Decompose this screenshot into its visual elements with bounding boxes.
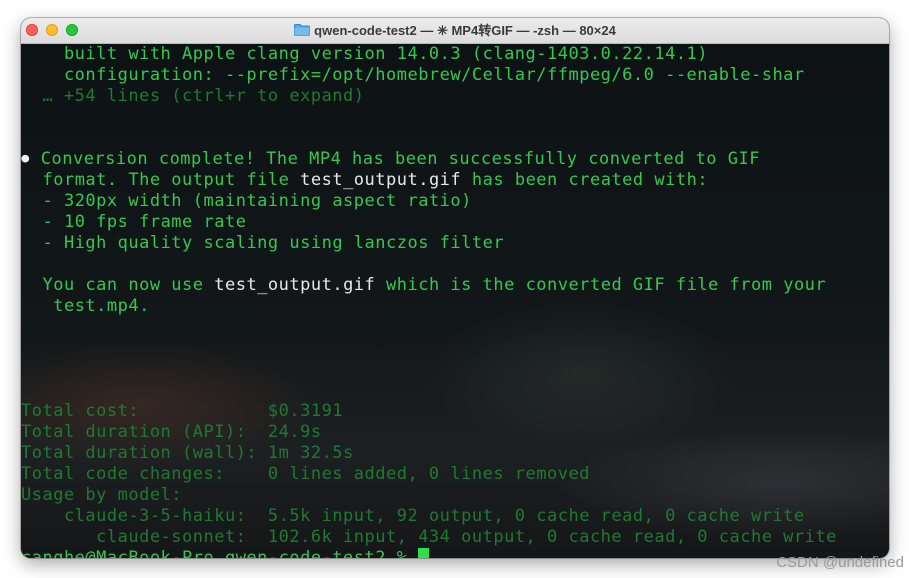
terminal-content[interactable]: built with Apple clang version 14.0.3 (c… (21, 44, 889, 558)
folder-icon (294, 23, 311, 36)
stat-total-cost: Total cost: $0.3191 (21, 401, 344, 421)
window-title-container: qwen-code-test2 — ✳ MP4转GIF — -zsh — 80×… (21, 22, 889, 39)
terminal-window: qwen-code-test2 — ✳ MP4转GIF — -zsh — 80×… (21, 18, 889, 558)
bullet-icon: ⏺ (21, 149, 30, 169)
output-filename: test_output.gif (214, 275, 376, 295)
conversion-text: has been created with: (461, 170, 709, 190)
prompt-text: canghe@MacBook-Pro qwen-code-test2 % (21, 548, 419, 558)
conversion-text: Conversion complete! The MP4 has been su… (40, 149, 760, 169)
conversion-text: You can now use (42, 275, 215, 295)
stat-model-sonnet: claude-sonnet: 102.6k input, 434 output,… (21, 527, 837, 547)
output-line: built with Apple clang version 14.0.3 (c… (21, 44, 709, 64)
list-item-text: - 10 fps frame rate (42, 212, 247, 232)
list-item: - High quality scaling using lanczos fil… (21, 233, 504, 254)
output-filename: test_output.gif (300, 170, 462, 190)
conversion-line-2: format. The output file test_output.gif … (21, 170, 708, 191)
stat-duration-wall: Total duration (wall): 1m 32.5s (21, 443, 354, 463)
title-bar: qwen-code-test2 — ✳ MP4转GIF — -zsh — 80×… (21, 18, 889, 44)
conversion-line-1: ⏺ Conversion complete! The MP4 has been … (21, 149, 760, 170)
output-line: configuration: --prefix=/opt/homebrew/Ce… (21, 65, 805, 85)
text-cursor (418, 548, 430, 558)
stat-code-changes: Total code changes: 0 lines added, 0 lin… (21, 464, 590, 484)
stat-model-haiku: claude-3-5-haiku: 5.5k input, 92 output,… (21, 506, 805, 526)
conversion-text: test.mp4. (42, 296, 150, 316)
conversion-text: which is the converted GIF file from you… (375, 275, 827, 295)
conversion-line-3: You can now use test_output.gif which is… (21, 275, 826, 296)
list-item: - 320px width (maintaining aspect ratio) (21, 191, 472, 212)
stat-usage-header: Usage by model: (21, 485, 183, 505)
list-item-text: - 320px width (maintaining aspect ratio) (42, 191, 472, 211)
conversion-text: format. The output file (42, 170, 301, 190)
watermark: CSDN @undefined (776, 554, 904, 571)
shell-prompt[interactable]: canghe@MacBook-Pro qwen-code-test2 % (21, 548, 430, 558)
list-item-text: - High quality scaling using lanczos fil… (42, 233, 505, 253)
expand-hint: … +54 lines (ctrl+r to expand) (21, 86, 365, 106)
window-title: qwen-code-test2 — ✳ MP4转GIF — -zsh — 80×… (314, 23, 616, 38)
stat-duration-api: Total duration (API): 24.9s (21, 422, 322, 442)
conversion-line-4: test.mp4. (21, 296, 150, 317)
list-item: - 10 fps frame rate (21, 212, 246, 233)
